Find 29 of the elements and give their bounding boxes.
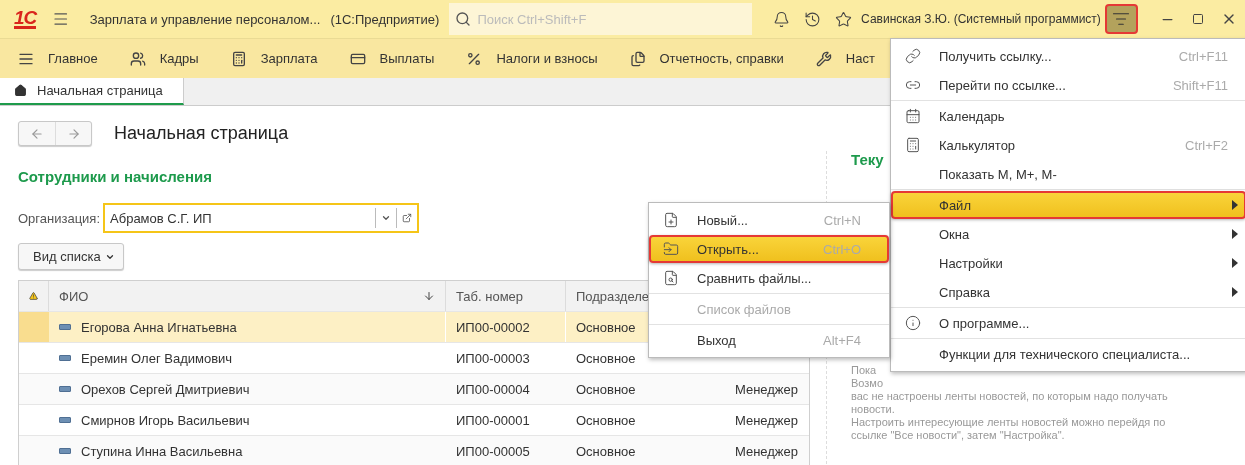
table-cell-text: ИП00-00004 bbox=[455, 380, 531, 399]
platform-name: (1С:Предприятие) bbox=[330, 11, 440, 27]
table-cell-text: ИП00-00001 bbox=[455, 411, 531, 430]
table-cell: ИП00-00002 bbox=[446, 312, 566, 342]
table-cell-text: Основное bbox=[575, 442, 637, 461]
window-title: Зарплата и управление персоналом... bbox=[89, 11, 321, 27]
table-cell-text: ИП00-00003 bbox=[455, 349, 531, 368]
page-title: Начальная страница bbox=[114, 123, 289, 144]
table-cell-text: Основное bbox=[575, 411, 637, 430]
name-cell: Ступина Инна Васильевна bbox=[49, 436, 446, 465]
table-cell-text: Основное bbox=[575, 380, 637, 399]
table-cell-text: Менеджер bbox=[733, 442, 799, 461]
news-text: Возмо bbox=[851, 377, 884, 390]
news-text: Пока bbox=[851, 364, 877, 377]
name-cell: Еремин Олег Вадимович bbox=[49, 343, 446, 373]
section-heading: Теку bbox=[851, 151, 884, 168]
news-text: Настроить интересующие ленты новостей можно перейдя по bbox=[851, 416, 1166, 429]
news-text: новости. bbox=[851, 403, 895, 416]
name-cell: Орехов Сергей Дмитриевич bbox=[49, 374, 446, 404]
table-cell-text: ИП00-00005 bbox=[455, 442, 531, 461]
field-label: Организация: bbox=[18, 210, 101, 226]
section-heading: Сотрудники и начисления bbox=[18, 168, 212, 185]
table-cell-text: Менеджер bbox=[733, 411, 799, 430]
name-cell: Смирнов Игорь Васильевич bbox=[49, 405, 446, 435]
table-cell-text: Менеджер bbox=[733, 380, 799, 399]
name-cell: Егорова Анна Игнатьевна bbox=[49, 312, 446, 342]
table-cell-text: Основное bbox=[575, 349, 637, 368]
news-text: вас не настроены ленты новостей, по которым надо получать bbox=[851, 390, 1168, 403]
news-text: ссылке "Все новости", затем "Настройка". bbox=[851, 429, 1065, 442]
